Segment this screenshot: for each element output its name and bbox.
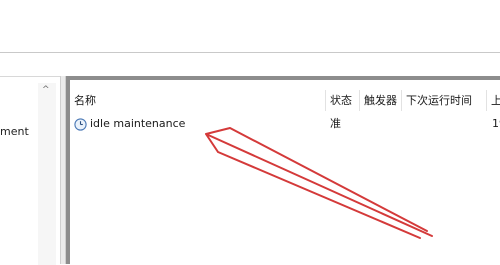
- scroll-up-icon[interactable]: ^: [42, 85, 50, 95]
- task-list-pane: 名称 状态 触发器 下次运行时间 上 idle maintenance 准 19: [66, 76, 500, 264]
- toolbar-area: [0, 0, 500, 52]
- task-name: idle maintenance: [90, 117, 186, 130]
- clock-icon: [74, 117, 87, 131]
- column-header-status[interactable]: 状态: [326, 90, 360, 111]
- vertical-scrollbar[interactable]: ^: [38, 83, 56, 265]
- task-status-cell: 准: [330, 117, 341, 130]
- column-header-last-run[interactable]: 上: [487, 90, 500, 111]
- task-last-run-cell: 19: [492, 117, 500, 130]
- column-header-trigger[interactable]: 触发器: [360, 90, 402, 111]
- table-row[interactable]: idle maintenance 准 19: [70, 114, 500, 134]
- table-header: 名称 状态 触发器 下次运行时间 上: [70, 90, 500, 111]
- column-header-name[interactable]: 名称: [70, 90, 326, 111]
- tree-item-label[interactable]: ment: [0, 125, 29, 138]
- task-name-cell[interactable]: idle maintenance: [74, 114, 324, 134]
- column-header-next-run[interactable]: 下次运行时间: [402, 90, 487, 111]
- tree-pane: ment ^: [0, 76, 60, 265]
- header-strip: [0, 53, 500, 76]
